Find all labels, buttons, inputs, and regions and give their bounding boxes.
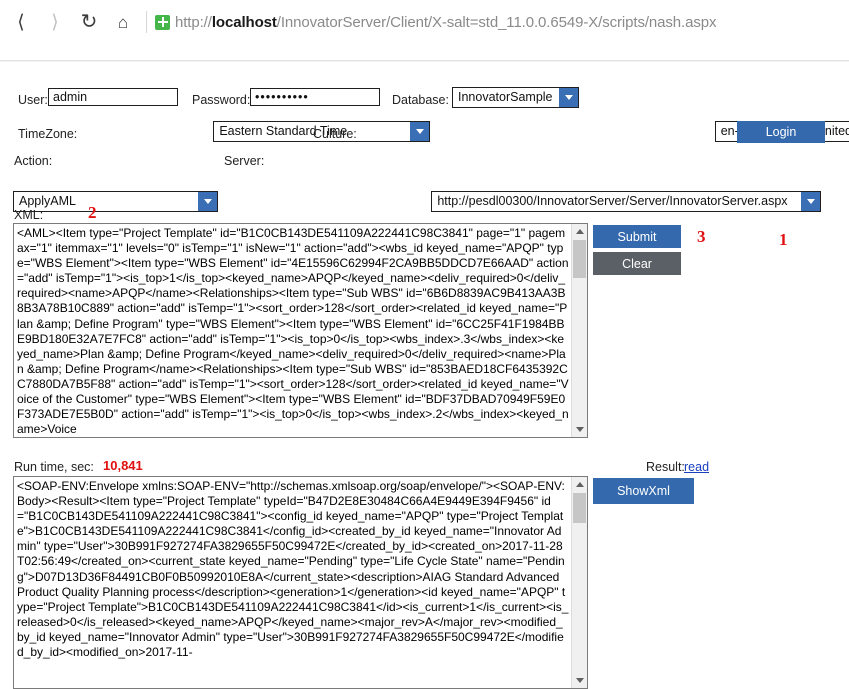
scroll-down-icon[interactable] (572, 673, 587, 688)
action-select[interactable]: ApplyAML (13, 191, 218, 212)
user-input[interactable] (48, 88, 178, 106)
chevron-down-icon[interactable] (410, 122, 430, 141)
runtime-value: 10,841 (103, 458, 143, 473)
password-label: Password: (192, 93, 251, 107)
scroll-up-icon[interactable] (572, 477, 587, 492)
result-label: Result: (646, 460, 685, 474)
scrollbar-thumb[interactable] (573, 240, 586, 278)
result-read-link[interactable]: read (684, 460, 709, 474)
database-value: InnovatorSample (458, 90, 553, 104)
green-shield-plus-icon (155, 14, 170, 30)
clear-button[interactable]: Clear (593, 252, 681, 275)
scroll-up-icon[interactable] (572, 224, 587, 239)
annotation-marker-1: 1 (779, 230, 788, 249)
culture-label: Culture: (313, 127, 357, 141)
runtime-label: Run time, sec: (14, 460, 94, 474)
xml-scrollbar[interactable] (571, 224, 587, 437)
forward-icon[interactable]: ⟩ (38, 5, 72, 39)
back-icon[interactable]: ⟨ (4, 5, 38, 39)
result-content: <SOAP-ENV:Envelope xmlns:SOAP-ENV="http:… (17, 479, 569, 660)
nash-page: User: Password: Database: InnovatorSampl… (0, 62, 849, 689)
annotation-marker-2: 2 (88, 203, 97, 222)
chevron-down-icon[interactable] (801, 192, 821, 211)
home-icon[interactable]: ⌂ (106, 5, 140, 39)
password-input[interactable] (250, 88, 380, 106)
url-prefix: http:// (175, 13, 212, 31)
url-path: /InnovatorServer/Client/X-salt=std_11.0.… (276, 13, 717, 31)
annotation-marker-3: 3 (697, 227, 706, 246)
login-button[interactable]: Login (737, 121, 825, 143)
database-label: Database: (392, 93, 449, 107)
database-select[interactable]: InnovatorSample (452, 87, 579, 108)
result-scrollbar[interactable] (571, 477, 587, 688)
scrollbar-thumb[interactable] (573, 493, 586, 523)
server-label: Server: (224, 154, 265, 168)
reload-icon[interactable]: ↻ (72, 5, 106, 39)
server-select[interactable]: http://pesdl00300/InnovatorServer/Server… (431, 191, 822, 212)
xml-label: XML: (14, 208, 44, 222)
timezone-label: TimeZone: (18, 127, 78, 141)
action-value: ApplyAML (19, 194, 76, 208)
toolbar-divider (146, 11, 147, 33)
user-label: User: (18, 93, 48, 107)
server-value: http://pesdl00300/InnovatorServer/Server… (437, 194, 788, 208)
url-host: localhost (211, 13, 277, 31)
showxml-button[interactable]: ShowXml (593, 478, 694, 504)
chevron-down-icon[interactable] (559, 88, 578, 107)
xml-input-content: <AML><Item type="Project Template" id="B… (17, 226, 569, 437)
xml-input-textarea[interactable]: <AML><Item type="Project Template" id="B… (13, 223, 588, 438)
browser-toolbar: ⟨ ⟩ ↻ ⌂ http://localhost/InnovatorServer… (0, 0, 849, 44)
submit-button[interactable]: Submit (593, 225, 681, 248)
chevron-down-icon[interactable] (198, 192, 217, 211)
result-textarea[interactable]: <SOAP-ENV:Envelope xmlns:SOAP-ENV="http:… (13, 476, 588, 689)
address-bar[interactable]: http://localhost/InnovatorServer/Client/… (175, 14, 716, 31)
action-label: Action: (14, 154, 53, 168)
scroll-down-icon[interactable] (572, 422, 587, 437)
